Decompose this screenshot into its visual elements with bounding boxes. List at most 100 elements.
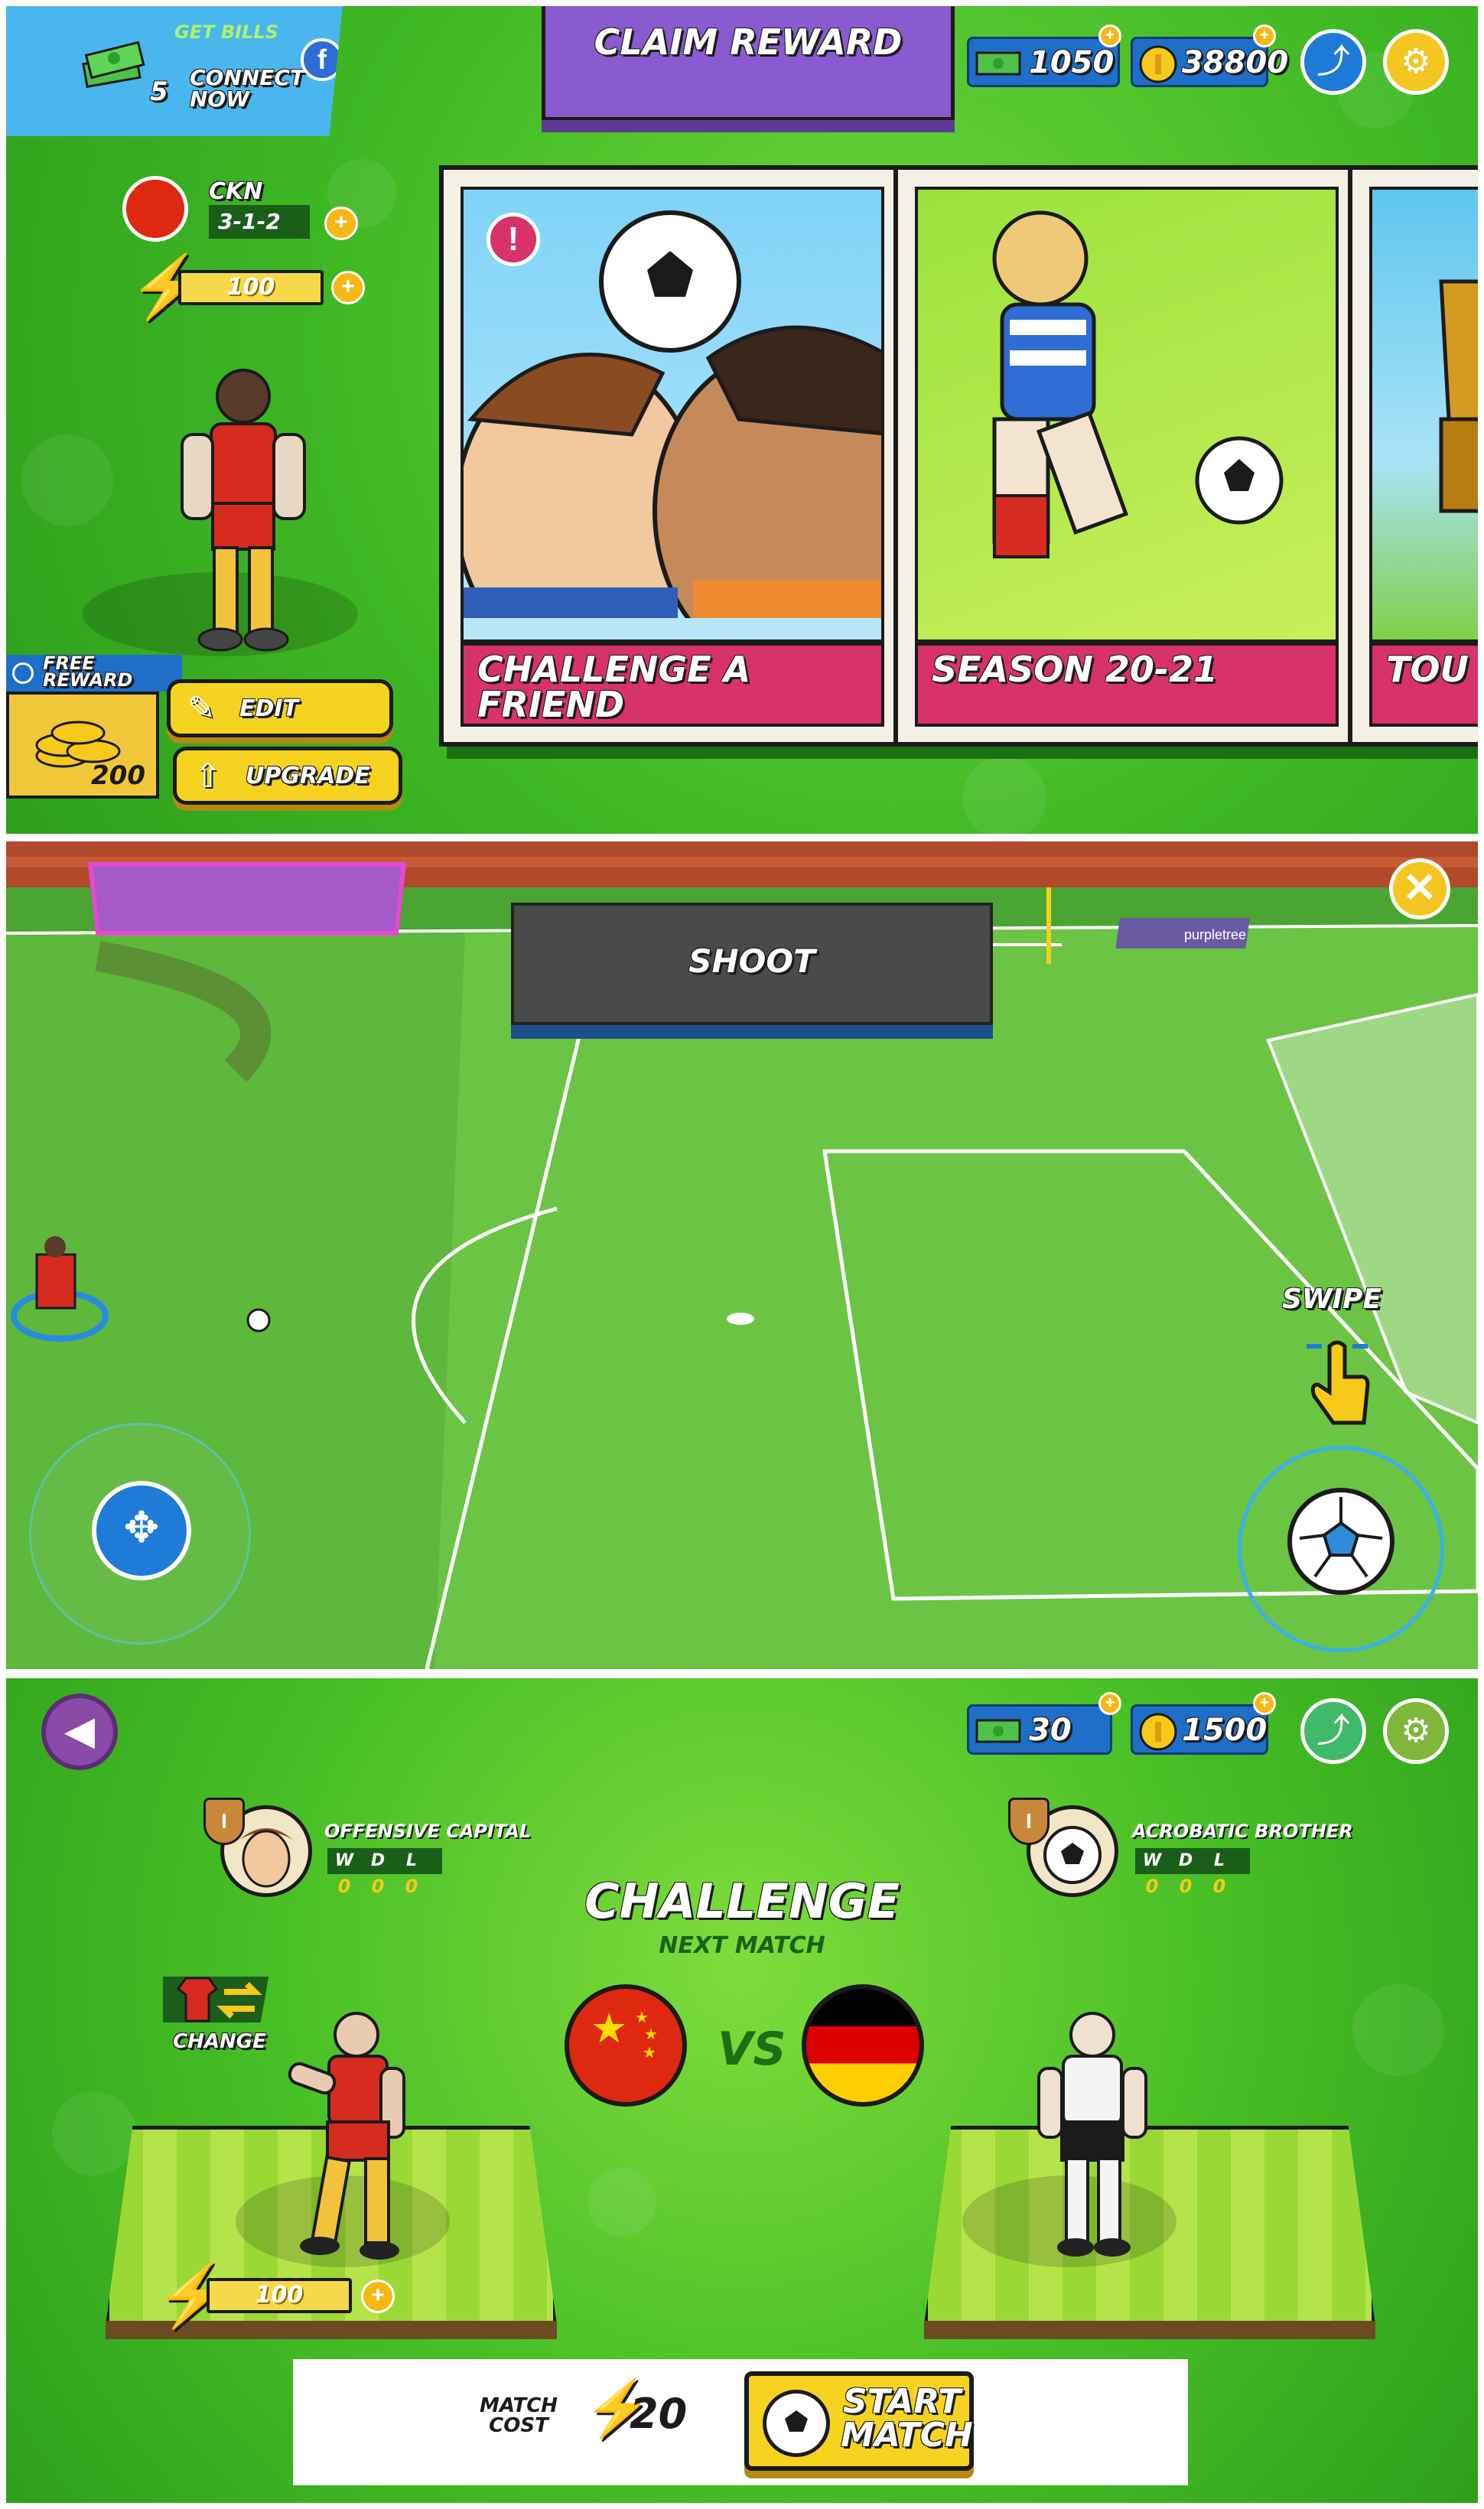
season-card[interactable]: SEASON 20-21 xyxy=(893,165,1360,747)
match-cost-value: 20 xyxy=(630,2390,688,2438)
home-flag-china: ★ ★ ★ ★ xyxy=(565,1984,687,2107)
free-reward-label[interactable]: FREE REWARD xyxy=(6,654,182,692)
cash-icon xyxy=(975,1719,1021,1743)
team-flag-china xyxy=(122,176,188,242)
svg-text:★: ★ xyxy=(635,2008,649,2026)
start-match-button[interactable]: START MATCH xyxy=(744,2371,974,2471)
svg-text:★: ★ xyxy=(644,2025,658,2043)
match-start-bar: MATCH COST ⚡ 20 START MATCH xyxy=(293,2359,1188,2485)
connect-bills-banner[interactable]: 5 GET BILLS CONNECT NOW f xyxy=(6,6,343,136)
upgrade-icon: ⇧ xyxy=(194,757,222,795)
get-bills-label: GET BILLS xyxy=(174,21,278,43)
coins-counter[interactable]: 1500 xyxy=(1131,1704,1268,1755)
background-ball-decoration xyxy=(1352,1984,1444,2076)
card-title-band: CHALLENGE A FRIEND xyxy=(460,643,884,727)
background-ball-decoration xyxy=(962,756,1046,834)
connect-now-label: CONNECT NOW xyxy=(190,65,304,112)
energy-plus-icon[interactable]: + xyxy=(331,271,365,304)
cash-counter[interactable]: 30 xyxy=(967,1704,1112,1755)
formation-plus-icon[interactable]: + xyxy=(324,207,358,240)
cash-value: 1050 xyxy=(1029,45,1115,80)
card-title-band: SEASON 20-21 xyxy=(915,643,1339,727)
away-flag-germany xyxy=(802,1984,924,2107)
back-icon[interactable]: ◀ xyxy=(41,1694,118,1770)
add-coins-plus-icon[interactable]: + xyxy=(1253,24,1276,47)
away-wdl-header: WDL xyxy=(1135,1848,1250,1874)
share-icon[interactable]: ⤴ xyxy=(1300,29,1366,95)
home-player-figure[interactable] xyxy=(266,2007,434,2267)
away-pitch-base xyxy=(924,2321,1375,2339)
season-illustration xyxy=(992,210,1284,558)
match-cost-label: MATCH COST xyxy=(479,2394,558,2437)
soccer-ball-icon[interactable] xyxy=(1287,1488,1395,1595)
svg-text:purpletree: purpletree xyxy=(1184,927,1246,942)
bills-count: 5 xyxy=(150,76,168,107)
china-flag-stars: ★ ★ ★ ★ xyxy=(591,2004,658,2062)
alert-icon: ! xyxy=(487,213,540,266)
card-art xyxy=(1369,187,1478,643)
settings-icon[interactable]: ⚙ xyxy=(1383,29,1449,95)
svg-text:★: ★ xyxy=(643,2043,656,2062)
gameplay-screen: purpletree SHOOT ✕ SWIPE ✥ xyxy=(6,841,1478,1669)
formation-value[interactable]: 3-1-2 xyxy=(209,205,310,239)
away-player-name: ACROBATIC BROTHER xyxy=(1132,1821,1353,1842)
play-video-icon xyxy=(12,662,34,684)
home-screen: 5 GET BILLS CONNECT NOW f CLAIM REWARD 1… xyxy=(6,6,1478,834)
claim-reward-label: CLAIM REWARD xyxy=(594,21,903,63)
home-player-name: OFFENSIVE CAPITAL xyxy=(324,1821,532,1842)
soccer-ball-graphic xyxy=(785,2410,808,2432)
card-art: ! xyxy=(460,187,884,643)
trophy-illustration xyxy=(1439,279,1478,513)
rank-badge-icon: I xyxy=(1008,1798,1050,1845)
settings-icon[interactable]: ⚙ xyxy=(1383,1698,1449,1764)
coin-icon xyxy=(1139,1713,1177,1751)
vs-label: VS xyxy=(718,2022,786,2076)
edit-icon: ✎ xyxy=(187,690,216,727)
shoot-instruction-sign: SHOOT xyxy=(511,903,993,1039)
share-icon[interactable]: ⤴ xyxy=(1300,1698,1366,1764)
edit-button[interactable]: ✎ EDIT xyxy=(167,679,393,737)
svg-text:★: ★ xyxy=(591,2004,627,2052)
add-cash-plus-icon[interactable]: + xyxy=(1098,24,1121,47)
soccer-ball-graphic xyxy=(1299,1497,1383,1578)
card-art xyxy=(915,187,1339,643)
claim-reward-button[interactable]: CLAIM REWARD xyxy=(542,6,955,132)
swipe-hint-label: SWIPE xyxy=(1282,1284,1382,1315)
close-icon[interactable]: ✕ xyxy=(1389,858,1450,919)
challenge-screen: ◀ 30 + 1500 + ⤴ ⚙ I OFFENSIVE CAPITAL WD… xyxy=(6,1678,1478,2503)
free-reward-amount: 200 xyxy=(91,760,145,791)
home-wdl-header: WDL xyxy=(327,1848,442,1874)
team-code: CKN xyxy=(209,178,263,205)
shoot-label: SHOOT xyxy=(688,942,815,980)
background-ball-decoration xyxy=(52,2091,136,2175)
next-match-label: NEXT MATCH xyxy=(659,1932,825,1959)
challenge-a-friend-card[interactable]: ! CHALLENGE A FRIEND xyxy=(439,165,906,747)
away-player-figure[interactable] xyxy=(1016,2007,1184,2267)
energy-bar: 100 xyxy=(207,2278,352,2313)
swap-icon[interactable] xyxy=(163,1969,270,2030)
tournament-card[interactable]: TOU xyxy=(1348,165,1478,747)
dpad-icon[interactable]: ✥ xyxy=(92,1481,191,1580)
cash-value: 30 xyxy=(1029,1713,1072,1748)
swipe-hand-icon xyxy=(1307,1340,1370,1425)
free-reward-coins-button[interactable]: 200 xyxy=(6,692,159,799)
coin-icon xyxy=(1139,45,1177,83)
cash-icon xyxy=(975,51,1021,76)
change-label[interactable]: CHANGE xyxy=(173,2030,266,2053)
soccer-ball-icon xyxy=(763,2390,830,2457)
coins-counter[interactable]: 38800 xyxy=(1131,37,1288,87)
coins-value: 1500 xyxy=(1182,1713,1268,1748)
add-coins-plus-icon[interactable]: + xyxy=(1253,1692,1276,1715)
challenge-title: CHALLENGE xyxy=(584,1873,900,1929)
cash-stack-icon xyxy=(82,41,145,89)
coins-value: 38800 xyxy=(1182,45,1289,80)
upgrade-button[interactable]: ⇧ UPGRADE xyxy=(173,747,402,805)
player-avatar[interactable] xyxy=(129,366,358,656)
cash-counter[interactable]: 1050 xyxy=(967,37,1120,87)
energy-plus-icon[interactable]: + xyxy=(361,2280,395,2313)
add-cash-plus-icon[interactable]: + xyxy=(1098,1692,1121,1715)
background-ball-decoration xyxy=(587,2168,656,2237)
energy-bar: 100 xyxy=(178,270,324,305)
facebook-icon[interactable]: f xyxy=(301,38,343,81)
card-title-band: TOU xyxy=(1369,643,1478,727)
